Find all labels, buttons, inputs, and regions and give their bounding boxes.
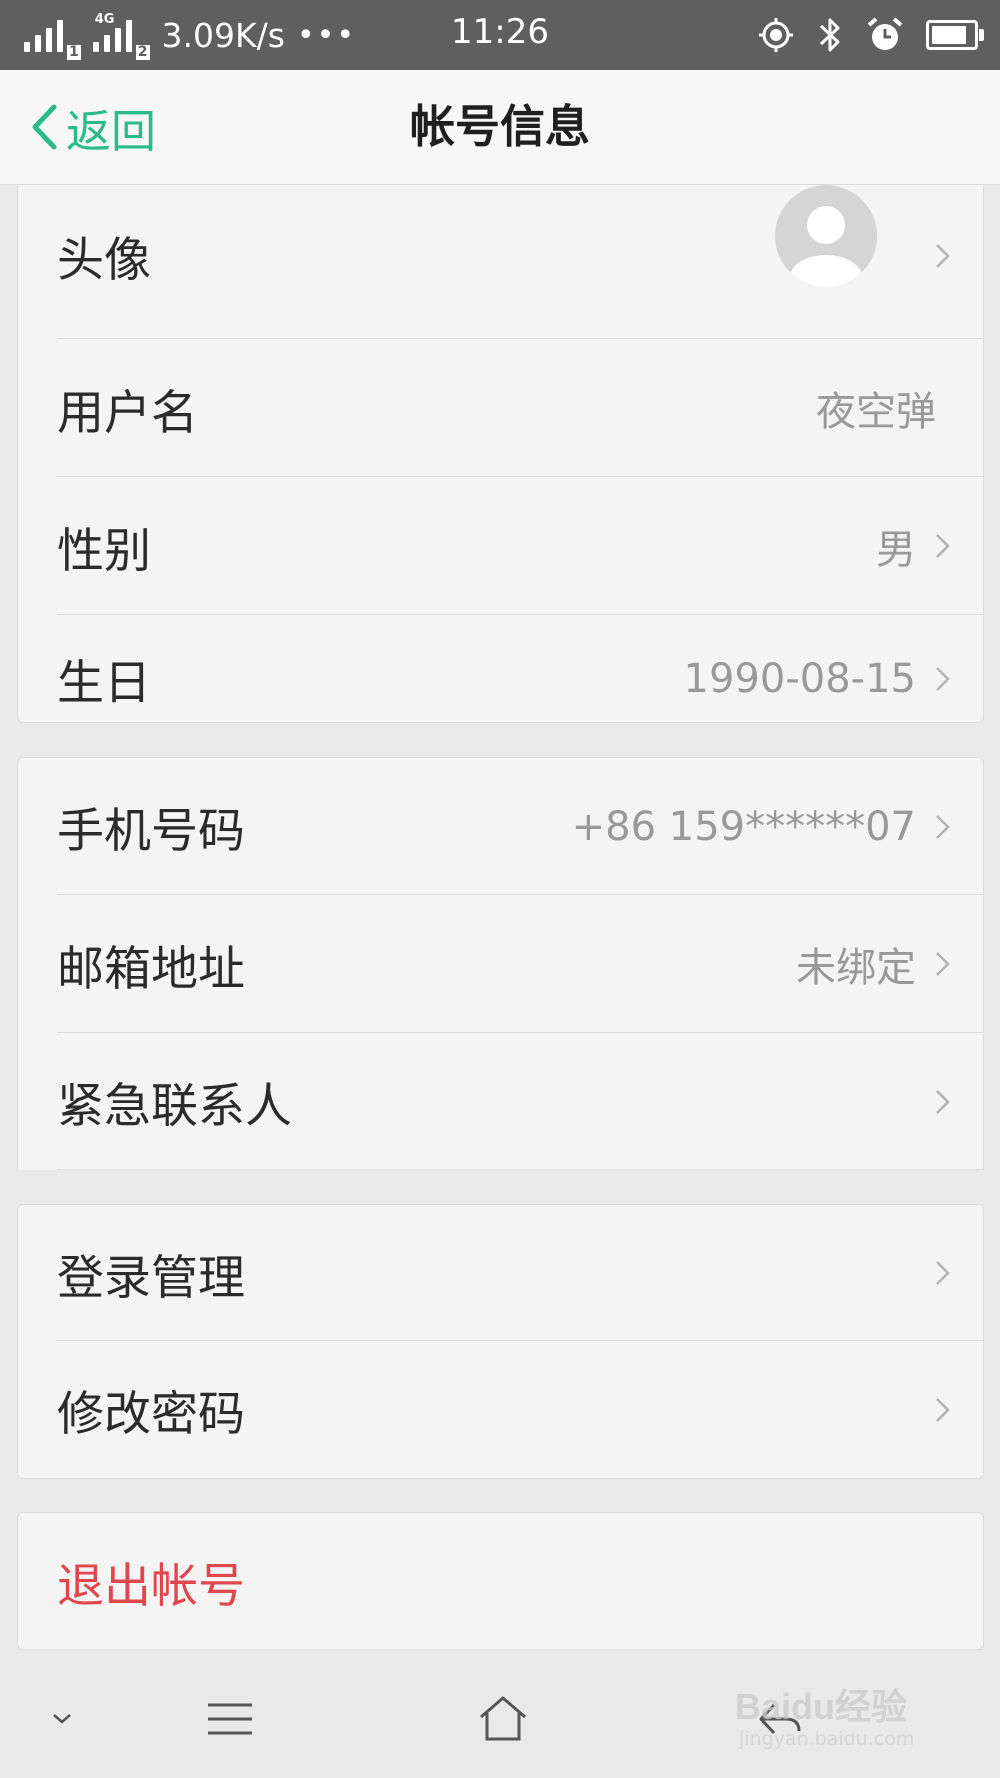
top-nav: 返回 帐号信息 bbox=[0, 70, 1000, 185]
logout-card: 退出帐号 bbox=[17, 1512, 984, 1650]
login-management-row[interactable]: 登录管理 bbox=[18, 1205, 983, 1341]
chevron-right-icon bbox=[936, 1261, 950, 1285]
profile-card: 头像 用户名 夜空弹 性别 男 生日 1990-08-15 bbox=[17, 130, 984, 723]
emergency-contact-label: 紧急联系人 bbox=[57, 1079, 292, 1134]
watermark-url: jingyan.baidu.com bbox=[739, 1728, 915, 1750]
battery-fill bbox=[932, 26, 966, 44]
login-management-label: 登录管理 bbox=[57, 1250, 245, 1306]
status-bar: 1 4G 2 3.09K/s ••• 11:26 bbox=[0, 0, 1000, 70]
contact-card: 手机号码 +86 159******07 邮箱地址 未绑定 紧急联系人 bbox=[17, 757, 984, 1170]
chevron-right-icon bbox=[936, 1397, 950, 1422]
email-row[interactable]: 邮箱地址 未绑定 bbox=[18, 895, 983, 1033]
birthday-value: 1990-08-15 bbox=[683, 655, 916, 702]
menu-button[interactable] bbox=[190, 1660, 270, 1778]
chevron-right-icon bbox=[936, 952, 950, 976]
baidu-watermark: Baidu经验 jingyan.baidu.com bbox=[735, 1678, 945, 1763]
gender-value: 男 bbox=[876, 527, 916, 573]
phone-row[interactable]: 手机号码 +86 159******07 bbox=[18, 758, 983, 895]
avatar bbox=[775, 185, 877, 287]
location-icon bbox=[759, 18, 793, 52]
username-row[interactable]: 用户名 夜空弹 bbox=[18, 339, 983, 477]
logout-label: 退出帐号 bbox=[57, 1558, 245, 1614]
emergency-contact-row[interactable]: 紧急联系人 bbox=[18, 1033, 983, 1170]
gender-row[interactable]: 性别 男 bbox=[18, 477, 983, 615]
avatar-label: 头像 bbox=[57, 232, 151, 288]
watermark-brand: Baidu经验 bbox=[735, 1686, 908, 1727]
bluetooth-icon bbox=[819, 18, 840, 52]
page-title: 帐号信息 bbox=[409, 100, 590, 153]
chevron-right-icon bbox=[936, 244, 950, 268]
email-value: 未绑定 bbox=[796, 945, 916, 991]
chevron-down-icon bbox=[53, 1714, 71, 1724]
chevron-right-icon bbox=[936, 534, 950, 558]
avatar-row[interactable]: 头像 bbox=[18, 185, 983, 339]
divider bbox=[57, 1169, 983, 1170]
birthday-row[interactable]: 生日 1990-08-15 bbox=[18, 615, 983, 722]
username-value: 夜空弹 bbox=[816, 389, 936, 435]
birthday-label: 生日 bbox=[57, 656, 151, 711]
status-right bbox=[758, 12, 984, 58]
phone-value: +86 159******07 bbox=[571, 803, 916, 850]
default-user-icon bbox=[790, 206, 862, 287]
change-password-label: 修改密码 bbox=[57, 1387, 245, 1442]
menu-icon bbox=[208, 1703, 252, 1735]
home-icon bbox=[480, 1696, 526, 1741]
email-label: 邮箱地址 bbox=[57, 941, 245, 997]
username-label: 用户名 bbox=[57, 385, 198, 441]
hide-nav-button[interactable] bbox=[30, 1660, 94, 1778]
chevron-right-icon bbox=[936, 814, 950, 839]
home-button[interactable] bbox=[460, 1660, 546, 1778]
chevron-right-icon bbox=[936, 666, 950, 691]
phone-label: 手机号码 bbox=[57, 804, 245, 859]
alarm-icon bbox=[867, 17, 903, 50]
security-card: 登录管理 修改密码 bbox=[17, 1204, 984, 1479]
battery-icon bbox=[926, 20, 984, 50]
logout-button[interactable]: 退出帐号 bbox=[18, 1513, 983, 1649]
gender-label: 性别 bbox=[57, 523, 151, 579]
chevron-right-icon bbox=[936, 1089, 950, 1114]
change-password-row[interactable]: 修改密码 bbox=[18, 1341, 983, 1478]
